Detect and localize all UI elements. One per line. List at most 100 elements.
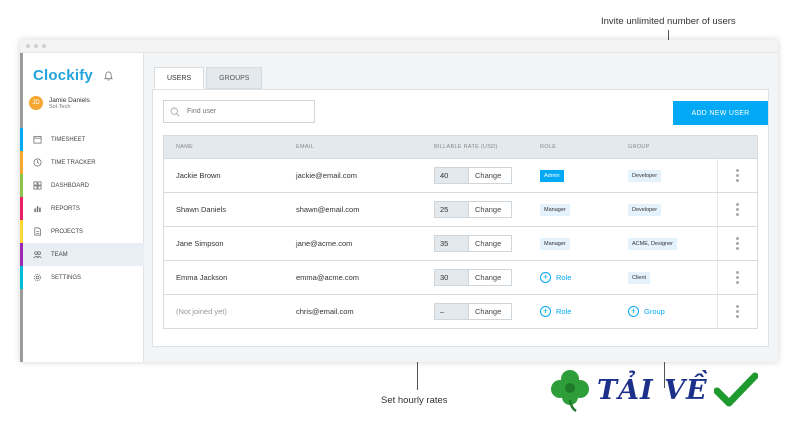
rate-field[interactable]: – Change	[434, 303, 512, 320]
search-icon	[170, 107, 180, 117]
rate-value: 25	[435, 202, 469, 217]
plus-circle-icon: +	[540, 272, 551, 283]
add-role-button[interactable]: + Role	[540, 306, 571, 317]
group-badge[interactable]: Client	[628, 271, 651, 284]
role-badge[interactable]: Manager	[540, 237, 570, 250]
user-email-cell: jackie@email.com	[296, 171, 357, 180]
role-cell: Manager	[540, 237, 628, 250]
plus-circle-icon: +	[540, 306, 551, 317]
group-cell: ACME, Designer	[628, 237, 717, 250]
user-email-cell: chris@email.com	[296, 307, 354, 316]
rate-field[interactable]: 40 Change	[434, 167, 512, 184]
change-rate-button[interactable]: Change	[469, 202, 511, 217]
add-role-label: Role	[556, 307, 572, 316]
dashboard-icon	[33, 181, 42, 190]
column-header-group[interactable]: GROUP	[628, 144, 717, 150]
more-options-icon[interactable]	[736, 271, 739, 284]
table-row: Jackie Brown jackie@email.com 40 Change …	[164, 158, 757, 192]
rate-cell: 25 Change	[434, 201, 540, 218]
user-org: Sol-Tech	[49, 103, 71, 110]
group-cell: Client	[628, 271, 717, 284]
group-badge[interactable]: ACME, Designer	[628, 237, 677, 250]
tab-users[interactable]: USERS	[154, 67, 205, 89]
sidebar-item-settings[interactable]: SETTINGS	[20, 266, 144, 289]
row-menu[interactable]	[717, 227, 757, 260]
app-window: Clockify JD Jamie Daniels Sol-Tech TIMES…	[20, 40, 778, 362]
clover-icon	[551, 370, 589, 412]
sidebar-item-time-tracker[interactable]: TIME TRACKER	[20, 151, 144, 174]
sidebar-item-label: PROJECTS	[51, 228, 84, 235]
search-input[interactable]	[187, 108, 307, 115]
callout-hourly-rates: Set hourly rates	[381, 395, 448, 406]
add-role-button[interactable]: + Role	[540, 272, 571, 283]
more-options-icon[interactable]	[736, 237, 739, 250]
window-titlebar	[20, 40, 778, 53]
add-new-user-button[interactable]: ADD NEW USER	[673, 101, 768, 125]
group-badge[interactable]: Developer	[628, 169, 662, 182]
table-row: Jane Simpson jane@acme.com 35 Change Man…	[164, 226, 757, 260]
rate-value: 40	[435, 168, 469, 183]
search-box[interactable]	[163, 100, 315, 123]
table-row: Emma Jackson emma@acme.com 30 Change + R…	[164, 260, 757, 294]
role-cell: Manager	[540, 203, 628, 216]
rate-field[interactable]: 25 Change	[434, 201, 512, 218]
role-cell: Admin	[540, 169, 628, 182]
role-badge[interactable]: Admin	[540, 169, 564, 182]
rate-field[interactable]: 30 Change	[434, 269, 512, 286]
column-header-role[interactable]: ROLE	[540, 144, 628, 150]
group-badge[interactable]: Developer	[628, 203, 662, 216]
row-menu[interactable]	[717, 193, 757, 226]
rate-value: 30	[435, 270, 469, 285]
callout-invite-users: Invite unlimited number of users	[601, 16, 736, 27]
sidebar-item-dashboard[interactable]: DASHBOARD	[20, 174, 144, 197]
rate-value: –	[435, 304, 469, 319]
main-content: USERS GROUPS ADD NEW USER NAME EMAIL BIL…	[144, 53, 778, 362]
sidebar-item-reports[interactable]: REPORTS	[20, 197, 144, 220]
change-rate-button[interactable]: Change	[469, 304, 511, 319]
app-logo[interactable]: Clockify	[33, 67, 113, 84]
role-cell: + Role	[540, 306, 628, 317]
row-menu[interactable]	[717, 159, 757, 192]
rate-cell: 35 Change	[434, 235, 540, 252]
user-name-cell: Emma Jackson	[176, 273, 228, 282]
more-options-icon[interactable]	[736, 169, 739, 182]
change-rate-button[interactable]: Change	[469, 270, 511, 285]
gear-icon	[33, 273, 42, 282]
user-profile[interactable]: JD Jamie Daniels Sol-Tech	[29, 96, 144, 110]
sidebar: Clockify JD Jamie Daniels Sol-Tech TIMES…	[20, 53, 144, 362]
role-cell: + Role	[540, 272, 628, 283]
add-group-button[interactable]: + Group	[628, 306, 665, 317]
change-rate-button[interactable]: Change	[469, 236, 511, 251]
column-header-rate[interactable]: BILLABLE RATE (USD)	[434, 144, 540, 150]
users-table: NAME EMAIL BILLABLE RATE (USD) ROLE GROU…	[163, 135, 758, 329]
more-options-icon[interactable]	[736, 203, 739, 216]
add-role-label: Role	[556, 273, 572, 282]
sidebar-nav: TIMESHEET TIME TRACKER DASHBOARD REPORTS…	[20, 128, 144, 289]
sidebar-item-timesheet[interactable]: TIMESHEET	[20, 128, 144, 151]
add-group-label: Group	[644, 307, 665, 316]
checkmark-icon	[713, 372, 758, 407]
row-menu[interactable]	[717, 261, 757, 294]
change-rate-button[interactable]: Change	[469, 168, 511, 183]
table-header: NAME EMAIL BILLABLE RATE (USD) ROLE GROU…	[164, 136, 757, 158]
column-header-email[interactable]: EMAIL	[296, 144, 434, 150]
user-name: Jamie Daniels	[49, 96, 90, 104]
window-dot	[34, 44, 38, 48]
user-email-cell: shawn@email.com	[296, 205, 360, 214]
sidebar-item-projects[interactable]: PROJECTS	[20, 220, 144, 243]
sidebar-item-label: REPORTS	[51, 205, 80, 212]
column-header-name[interactable]: NAME	[164, 144, 296, 150]
bell-icon[interactable]	[104, 71, 113, 81]
user-email-cell: emma@acme.com	[296, 273, 360, 282]
row-menu[interactable]	[717, 295, 757, 328]
group-cell: Developer	[628, 203, 717, 216]
window-dot	[42, 44, 46, 48]
plus-circle-icon: +	[628, 306, 639, 317]
tab-groups[interactable]: GROUPS	[206, 67, 263, 89]
more-options-icon[interactable]	[736, 305, 739, 318]
sidebar-item-label: SETTINGS	[51, 274, 82, 281]
user-name-cell: (Not joined yet)	[176, 307, 227, 316]
sidebar-item-team[interactable]: TEAM	[20, 243, 144, 266]
role-badge[interactable]: Manager	[540, 203, 570, 216]
rate-field[interactable]: 35 Change	[434, 235, 512, 252]
